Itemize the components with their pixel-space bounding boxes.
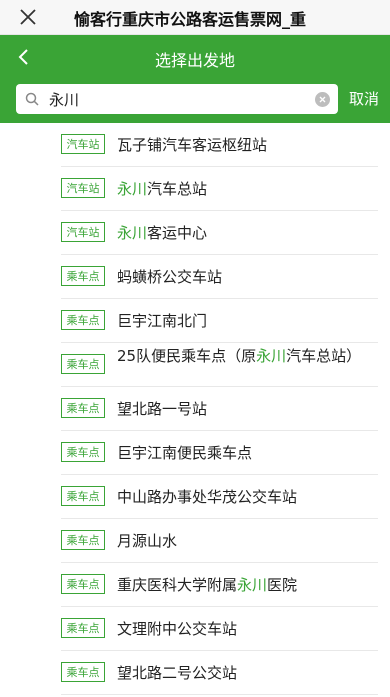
result-item[interactable]: 乘车点 25队便民乘车点（原永川汽车总站） [0,343,390,387]
station-name: 巨宇江南便民乘车点 [117,443,376,463]
station-name: 永川客运中心 [117,223,376,243]
station-name-text: 医院 [267,576,298,594]
search-box[interactable] [16,84,338,114]
station-type-tag: 汽车站 [61,134,105,154]
station-type-tag: 汽车站 [61,178,105,198]
result-item[interactable]: 乘车点 文理附中公交车站 [0,607,390,651]
station-name: 重庆医科大学附属永川医院 [117,575,376,595]
result-item[interactable]: 乘车点 蚂蟥桥公交车站 [0,255,390,299]
clear-icon[interactable] [315,92,330,107]
station-name-text: 巨宇江南便民乘车点 [117,444,253,462]
station-type-tag: 乘车点 [61,354,105,374]
station-name-text: 25队便民乘车点（原 [117,347,257,365]
station-name-text: 文理附中公交车站 [117,620,238,638]
result-item[interactable]: 乘车点 中山路办事处华茂公交车站 [0,475,390,519]
page-title: 愉客行重庆市公路客运售票网_重 [74,10,307,29]
highlight-match: 永川 [237,576,268,594]
app-header: 选择出发地 [0,35,390,79]
station-name-text: 瓦子铺汽车客运枢纽站 [117,136,268,154]
search-bar: 取消 [0,79,390,123]
station-type-tag: 乘车点 [61,398,105,418]
result-item[interactable]: 汽车站 永川汽车总站 [0,167,390,211]
station-type-tag: 乘车点 [61,574,105,594]
browser-titlebar: 愉客行重庆市公路客运售票网_重 [0,0,390,35]
station-name-text: 中山路办事处华茂公交车站 [117,488,298,506]
result-item[interactable]: 乘车点 巨宇江南北门 [0,299,390,343]
result-item[interactable]: 乘车点 望北路一号站 [0,387,390,431]
station-name: 中山路办事处华茂公交车站 [117,487,376,507]
station-name-text: 巨宇江南北门 [117,312,208,330]
station-type-tag: 乘车点 [61,530,105,550]
result-item[interactable]: 汽车站 永川客运中心 [0,211,390,255]
header-title: 选择出发地 [154,51,235,70]
search-input[interactable] [49,87,299,111]
result-item[interactable]: 乘车点 望北路二号公交站 [0,651,390,695]
result-item[interactable]: 乘车点 重庆医科大学附属永川医院 [0,563,390,607]
station-name-text: 望北路二号公交站 [117,664,238,682]
station-name: 25队便民乘车点（原永川汽车总站） [117,346,376,366]
station-name: 文理附中公交车站 [117,619,376,639]
station-name: 巨宇江南北门 [117,311,376,331]
station-name-text: 望北路一号站 [117,400,208,418]
station-name-text: 汽车总站 [147,180,208,198]
station-name-text: 重庆医科大学附属 [117,576,238,594]
close-icon[interactable] [18,7,38,27]
result-item[interactable]: 乘车点 月源山水 [0,519,390,563]
result-item[interactable]: 汽车站 瓦子铺汽车客运枢纽站 [0,123,390,167]
station-name: 望北路二号公交站 [117,663,376,683]
station-name: 月源山水 [117,531,376,551]
result-list: 汽车站 瓦子铺汽车客运枢纽站 汽车站 永川汽车总站 汽车站 永川客运中心 乘车点 蚂蟥桥公交车… [0,123,390,695]
cancel-button[interactable]: 取消 [349,88,379,109]
station-name-text: 客运中心 [147,224,208,242]
station-type-tag: 乘车点 [61,266,105,286]
highlight-match: 永川 [117,224,148,242]
station-name: 永川汽车总站 [117,179,376,199]
station-type-tag: 汽车站 [61,222,105,242]
station-name: 望北路一号站 [117,399,376,419]
station-type-tag: 乘车点 [61,486,105,506]
station-type-tag: 乘车点 [61,310,105,330]
station-name-text: 蚂蟥桥公交车站 [117,268,223,286]
station-name-text: 汽车总站） [286,347,362,365]
station-name: 瓦子铺汽车客运枢纽站 [117,135,376,155]
station-name-text: 月源山水 [117,532,178,550]
station-name: 蚂蟥桥公交车站 [117,267,376,287]
search-icon [25,92,39,106]
station-type-tag: 乘车点 [61,618,105,638]
station-type-tag: 乘车点 [61,662,105,682]
highlight-match: 永川 [256,347,287,365]
highlight-match: 永川 [117,180,148,198]
station-type-tag: 乘车点 [61,442,105,462]
result-item[interactable]: 乘车点 巨宇江南便民乘车点 [0,431,390,475]
